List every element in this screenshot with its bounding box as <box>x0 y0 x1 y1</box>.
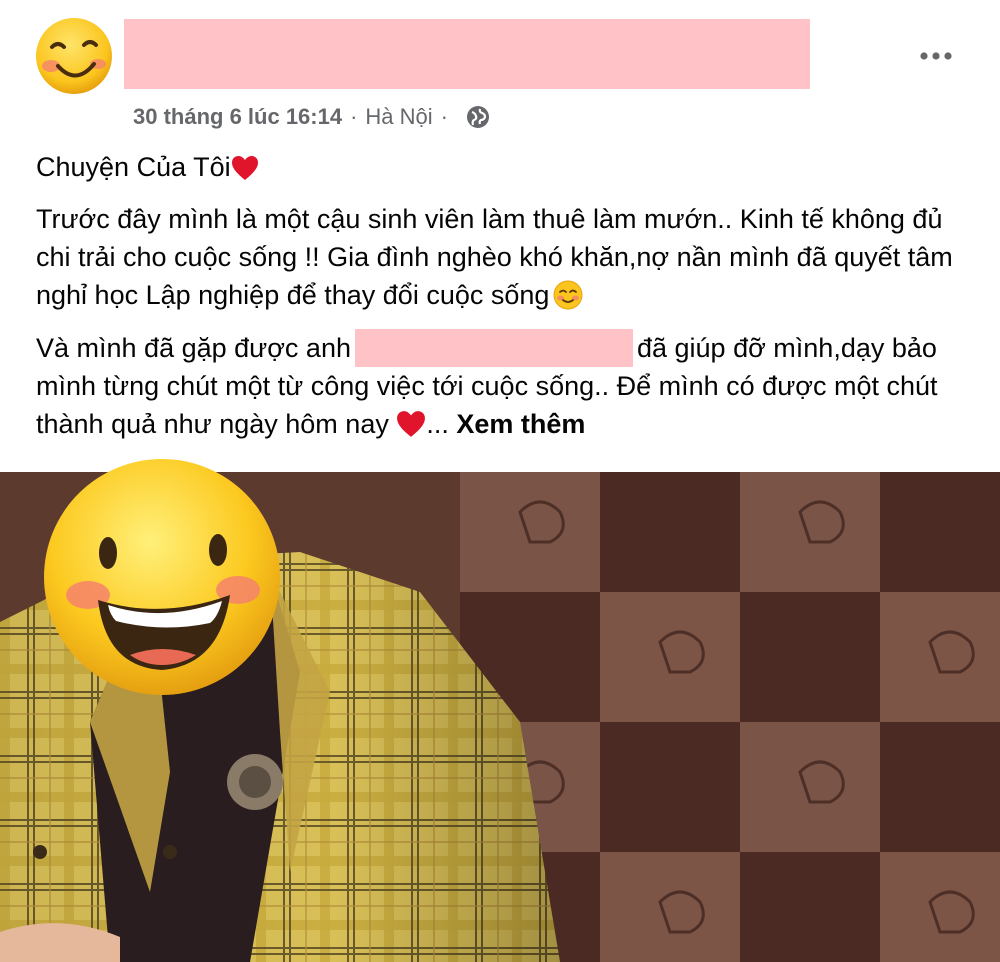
more-options-button[interactable] <box>916 44 956 68</box>
grinning-face-sticker <box>40 455 285 700</box>
post-title: Chuyện Của Tôi <box>36 152 231 182</box>
paragraph-2-start: Và mình đã gặp được anh <box>36 333 351 363</box>
post-paragraph-2: Và mình đã gặp được anh đã giúp đỡ mình,d… <box>36 329 976 448</box>
smiling-face-icon <box>553 280 583 320</box>
post-meta: 30 tháng 6 lúc 16:14 · Hà Nội · <box>133 100 490 134</box>
more-horizontal-icon <box>920 52 952 60</box>
post-title-line: Chuyện Của Tôi <box>36 148 976 191</box>
post-text: Chuyện Của Tôi Trước đây mình là một cậu… <box>36 148 976 457</box>
avatar[interactable] <box>34 16 114 96</box>
red-heart-icon <box>231 153 259 191</box>
meta-separator-2: · <box>440 104 448 129</box>
see-more-link[interactable]: Xem thêm <box>456 409 585 439</box>
globe-icon[interactable] <box>466 105 490 129</box>
mentioned-name-redaction <box>354 329 633 367</box>
red-heart-icon-2 <box>396 410 426 448</box>
post-timestamp[interactable]: 30 tháng 6 lúc 16:14 <box>133 104 342 130</box>
post-paragraph-1: Trước đây mình là một cậu sinh viên làm … <box>36 200 976 320</box>
post-location[interactable]: Hà Nội <box>365 104 432 130</box>
smiling-face-avatar-icon <box>36 18 112 94</box>
facebook-post: 30 tháng 6 lúc 16:14 · Hà Nội · Chuyện C… <box>0 0 1000 962</box>
meta-separator: · <box>350 104 358 129</box>
paragraph-1-text: Trước đây mình là một cậu sinh viên làm … <box>36 204 953 310</box>
profile-name-redaction <box>124 19 810 89</box>
ellipsis: ... <box>426 409 449 439</box>
